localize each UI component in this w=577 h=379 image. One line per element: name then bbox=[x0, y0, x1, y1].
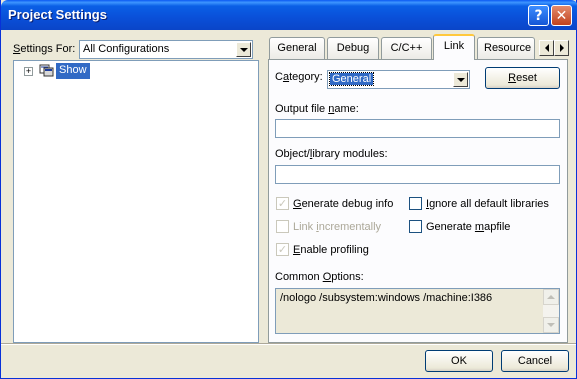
arrow-down-icon bbox=[547, 323, 555, 327]
help-button[interactable]: ? bbox=[528, 5, 549, 26]
category-select[interactable]: General bbox=[327, 70, 470, 89]
arrow-up-icon bbox=[547, 295, 555, 299]
close-button[interactable]: ✕ bbox=[551, 5, 572, 26]
cancel-button[interactable]: Cancel bbox=[501, 350, 569, 372]
arrow-left-icon bbox=[544, 44, 549, 52]
title-bar[interactable]: Project Settings ? ✕ bbox=[1, 0, 577, 30]
generate-debug-label: Generate debug info bbox=[293, 198, 394, 210]
reset-button[interactable]: Reset bbox=[485, 67, 560, 89]
tab-debug[interactable]: Debug bbox=[327, 37, 379, 59]
category-label: Category: bbox=[275, 71, 323, 83]
ignore-libraries-label: Ignore all default libraries bbox=[426, 198, 549, 210]
tab-c-cpp[interactable]: C/C++ bbox=[381, 37, 432, 59]
settings-for-label: Settings For: bbox=[13, 43, 76, 55]
help-icon: ? bbox=[534, 7, 543, 24]
tab-scroll-right[interactable] bbox=[554, 40, 569, 56]
link-incrementally-label: Link incrementally bbox=[293, 221, 382, 233]
chevron-down-icon bbox=[239, 47, 248, 52]
tree-item-show[interactable]: Show bbox=[56, 63, 90, 79]
ignore-libraries-checkbox[interactable] bbox=[409, 197, 422, 210]
configuration-select[interactable]: All Configurations bbox=[79, 40, 253, 59]
configuration-value: All Configurations bbox=[83, 43, 170, 55]
generate-mapfile-checkbox[interactable] bbox=[409, 220, 422, 233]
window-title: Project Settings bbox=[8, 7, 107, 22]
ok-button[interactable]: OK bbox=[425, 350, 493, 372]
project-tree[interactable]: + Show bbox=[13, 60, 259, 343]
close-icon: ✕ bbox=[555, 7, 568, 24]
category-value: General bbox=[328, 72, 375, 86]
generate-mapfile-label: Generate mapfile bbox=[426, 221, 511, 233]
tab-resource[interactable]: Resource bbox=[477, 37, 535, 59]
modules-label: Object/library modules: bbox=[275, 148, 388, 160]
project-settings-dialog: Project Settings ? ✕ Settings For: All C… bbox=[0, 0, 577, 379]
category-dropdown-button[interactable] bbox=[453, 72, 468, 87]
tab-scroll-left[interactable] bbox=[539, 40, 554, 56]
chevron-down-icon bbox=[456, 77, 465, 82]
common-options-value: /nologo /subsystem:windows /machine:I386 bbox=[280, 292, 493, 304]
tab-general[interactable]: General bbox=[269, 37, 325, 59]
modules-input[interactable] bbox=[275, 165, 560, 184]
enable-profiling-checkbox[interactable]: ✓ bbox=[276, 243, 289, 256]
tab-link[interactable]: Link bbox=[433, 34, 475, 60]
link-incrementally-checkbox[interactable] bbox=[276, 220, 289, 233]
common-options-label: Common Options: bbox=[275, 271, 364, 283]
common-options-textarea[interactable]: /nologo /subsystem:windows /machine:I386 bbox=[275, 288, 560, 334]
options-scrollbar[interactable] bbox=[543, 289, 559, 333]
output-file-label: Output file name: bbox=[275, 103, 359, 115]
project-icon bbox=[39, 64, 54, 77]
generate-debug-checkbox[interactable]: ✓ bbox=[276, 197, 289, 210]
enable-profiling-label: Enable profiling bbox=[293, 244, 369, 256]
scroll-down-button[interactable] bbox=[543, 317, 559, 333]
scroll-up-button[interactable] bbox=[543, 289, 559, 305]
configuration-dropdown-button[interactable] bbox=[236, 42, 251, 57]
expand-icon[interactable]: + bbox=[24, 67, 33, 76]
arrow-right-icon bbox=[559, 44, 564, 52]
output-file-input[interactable] bbox=[275, 119, 560, 138]
footer-divider bbox=[1, 343, 576, 345]
